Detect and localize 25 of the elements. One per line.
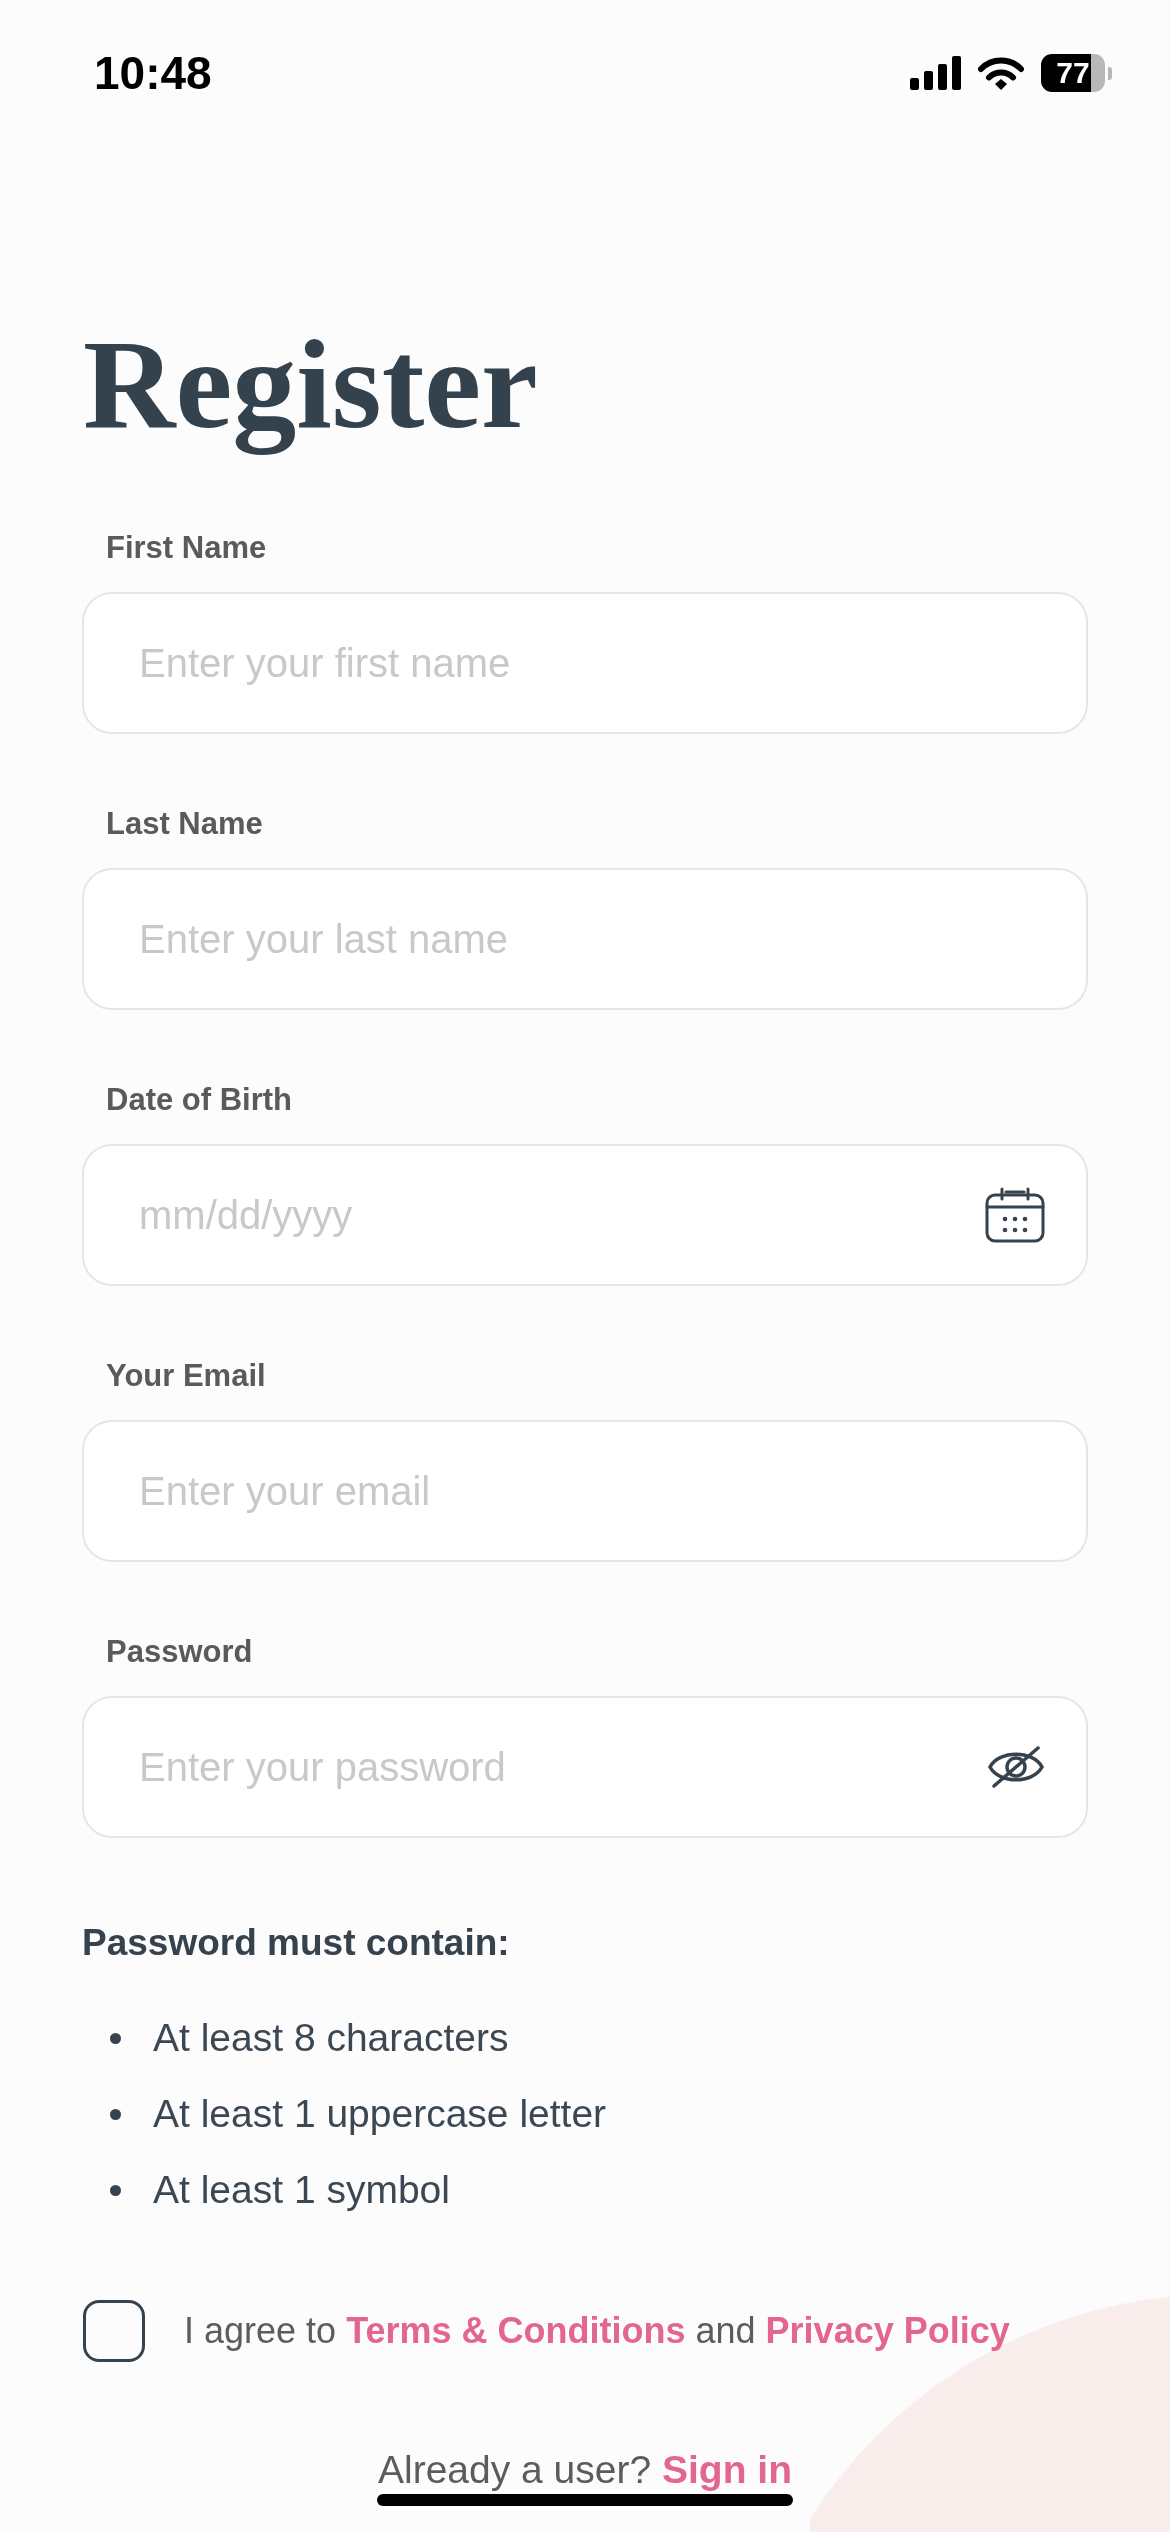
calendar-icon[interactable] (985, 1187, 1045, 1243)
field-label: Password (106, 1634, 253, 1670)
rule-text: At least 8 characters (153, 2015, 509, 2061)
field-label: Last Name (106, 806, 263, 842)
field-label: Date of Birth (106, 1082, 292, 1118)
signal-icon (910, 56, 961, 90)
bullet-icon (110, 2032, 121, 2044)
rule-text: At least 1 uppercase letter (153, 2091, 607, 2137)
wifi-icon (977, 55, 1025, 91)
bullet-icon (110, 2184, 121, 2196)
battery-indicator: 77 (1041, 54, 1112, 92)
rule-text: At least 1 symbol (153, 2167, 450, 2213)
sign-in-link[interactable]: Sign in (662, 2448, 792, 2491)
page-title: Register (83, 314, 539, 454)
agreement-text: I agree to Terms & Conditions and Privacy Policy (184, 2309, 1010, 2353)
text-link[interactable]: Terms & Conditions (346, 2310, 686, 2351)
agree-checkbox[interactable] (83, 2300, 145, 2362)
eye-slash-icon[interactable] (987, 1745, 1045, 1789)
sign-in-prompt: Already a user? Sign in (378, 2447, 792, 2493)
status-time: 10:48 (94, 47, 212, 99)
field-label: Your Email (106, 1358, 266, 1394)
rules-heading: Password must contain: (82, 1921, 511, 1965)
text-link[interactable]: Privacy Policy (765, 2310, 1010, 2351)
bullet-icon (110, 2108, 121, 2120)
field-label: First Name (106, 530, 267, 566)
